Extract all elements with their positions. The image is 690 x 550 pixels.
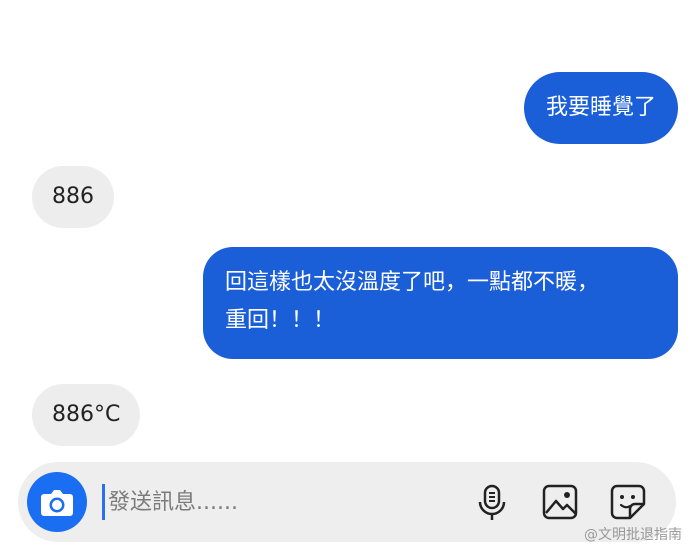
received-message-bubble[interactable]: 886°C: [32, 384, 141, 446]
microphone-button[interactable]: [470, 480, 514, 524]
message-text: 886°C: [52, 402, 121, 427]
message-text: 我要睡覺了: [545, 95, 656, 120]
camera-icon: [41, 490, 73, 516]
message-text: 886: [52, 184, 94, 209]
text-cursor: [102, 484, 105, 520]
sent-message-bubble[interactable]: 我要睡覺了: [523, 72, 678, 144]
microphone-icon: [478, 484, 506, 520]
sent-message-bubble[interactable]: 回這樣也太沒溫度了吧，一點都不暖， 重回！！！: [203, 247, 678, 359]
message-text-line: 重回！！！: [225, 308, 336, 333]
sticker-icon: [610, 484, 646, 520]
message-composer: [18, 462, 676, 542]
camera-button[interactable]: [27, 472, 87, 532]
sticker-button[interactable]: [606, 480, 650, 524]
message-text-line: 回這樣也太沒溫度了吧，一點都不暖，: [225, 270, 600, 295]
image-icon: [542, 484, 578, 520]
watermark-text: @文明批退指南: [584, 527, 682, 543]
received-message-bubble[interactable]: 886: [32, 166, 114, 228]
gallery-button[interactable]: [538, 480, 582, 524]
message-input[interactable]: [108, 482, 448, 522]
